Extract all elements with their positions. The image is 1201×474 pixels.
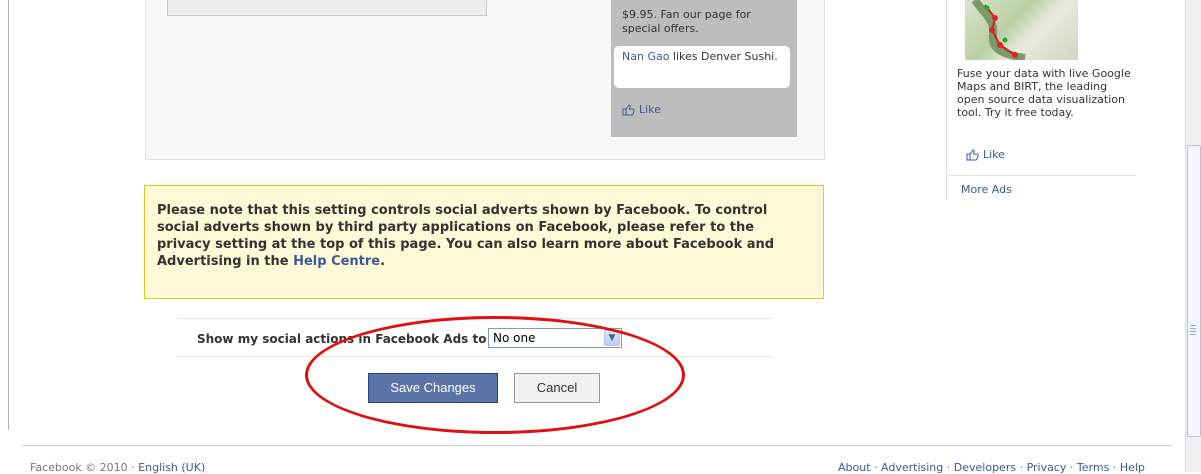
copyright-text: Facebook © 2010 · [30, 461, 139, 474]
footer-link-advertising[interactable]: Advertising [881, 461, 943, 474]
sample-ad-text: $9.95. Fan our page for special offers. [622, 8, 751, 35]
right-ad-body: Fuse your data with live Google Maps and… [957, 67, 1131, 119]
thumbs-up-icon [622, 103, 635, 115]
sample-ad-like-button[interactable]: Like [622, 103, 661, 116]
social-ads-notice-text: Please note that this setting controls s… [157, 202, 807, 270]
annotation-circle [305, 316, 685, 434]
right-ad-like-button[interactable]: Like [966, 148, 1005, 161]
more-ads-separator [949, 175, 1136, 176]
right-column-divider [946, 0, 947, 200]
page-left-border [8, 0, 9, 430]
notice-end: . [380, 254, 386, 269]
footer-link-developers[interactable]: Developers [954, 461, 1016, 474]
ad-preview-inner-box [167, 0, 487, 16]
like-label: Like [983, 148, 1005, 161]
help-centre-link[interactable]: Help Centre [293, 254, 380, 269]
like-label: Like [639, 103, 661, 116]
notice-body: Please note that this setting controls s… [157, 203, 775, 269]
more-ads-link[interactable]: More Ads [961, 183, 1012, 196]
footer-link-about[interactable]: About [838, 461, 871, 474]
language-link[interactable]: English (UK) [138, 461, 205, 474]
scrollbar-grip-icon [1190, 325, 1196, 335]
thumbs-up-icon [966, 148, 979, 160]
footer-links: About · Advertising · Developers · Priva… [838, 461, 1145, 474]
scrollbar-thumb[interactable] [1187, 145, 1201, 437]
footer-link-help[interactable]: Help [1120, 461, 1145, 474]
footer-divider [22, 445, 1172, 446]
social-friend-link[interactable]: Nan Gao [622, 50, 669, 63]
google-maps-ad-image[interactable] [965, 0, 1078, 60]
social-action-text: likes Denver Sushi. [669, 50, 778, 63]
footer-link-privacy[interactable]: Privacy [1027, 461, 1067, 474]
footer-left: Facebook © 2010 · English (UK) [30, 461, 205, 474]
footer-link-terms[interactable]: Terms [1077, 461, 1109, 474]
sample-ad-social-context: Nan Gao likes Denver Sushi. [614, 46, 790, 88]
